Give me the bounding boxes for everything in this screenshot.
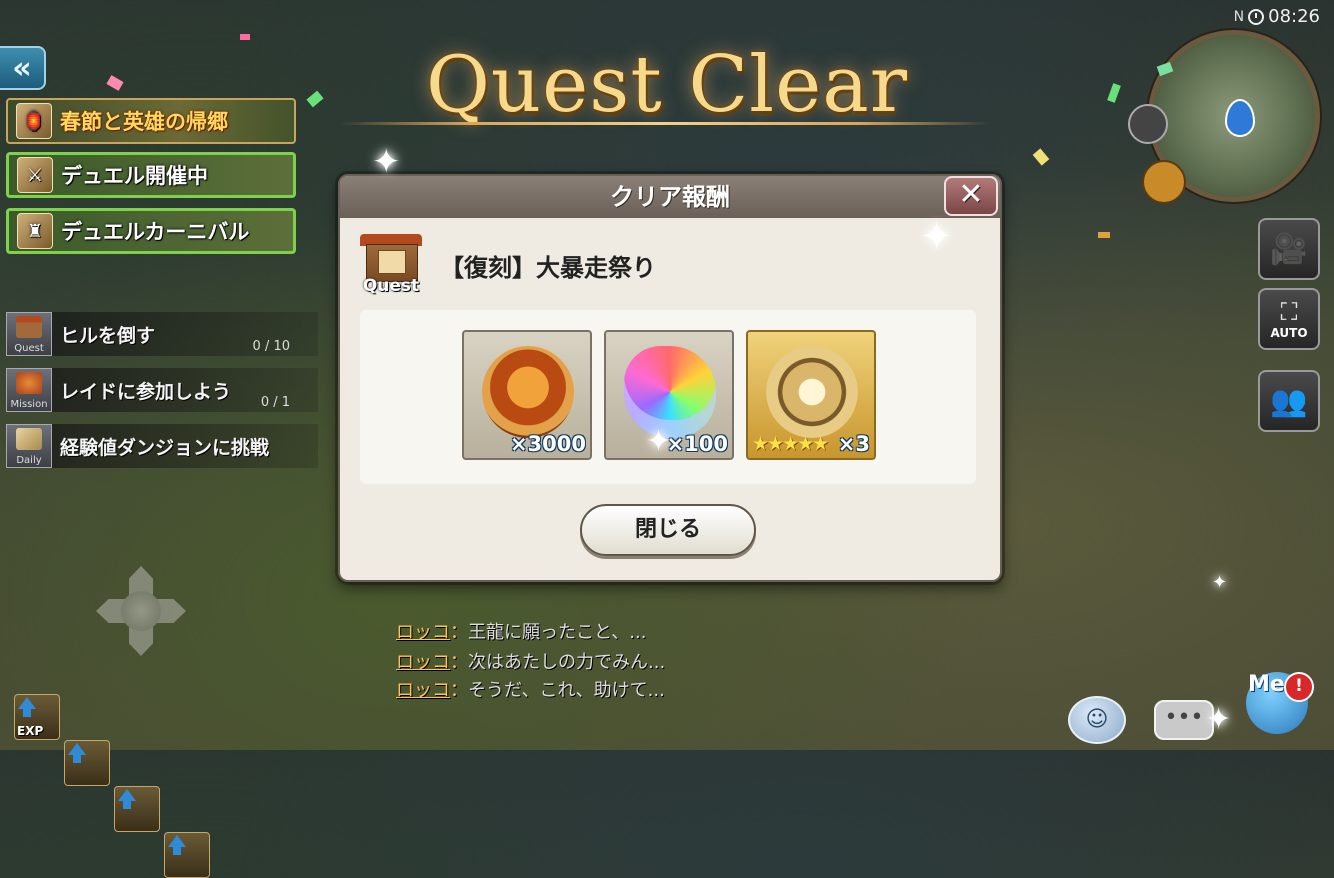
close-x-button[interactable]: ✕ <box>944 176 998 216</box>
clock-icon <box>1248 8 1265 25</box>
quest-icon: Quest <box>358 234 424 296</box>
quest-name: 【復刻】大暴走祭り <box>440 254 656 282</box>
signal-icon: N <box>1233 8 1245 25</box>
chat-speaker[interactable]: ロッコ <box>396 652 450 673</box>
sparkle-icon: ✦ <box>1212 572 1228 593</box>
power-boost-button[interactable] <box>164 832 210 878</box>
mission-text: 経験値ダンジョンに挑戦 <box>60 436 270 459</box>
reward-item[interactable]: ×3000 <box>462 330 592 460</box>
party-button[interactable]: 👥 <box>1258 370 1320 432</box>
rarity-stars: ★★★★★ <box>752 433 829 455</box>
mission-text: レイドに参加しよう <box>60 380 232 403</box>
me-label: Me <box>1248 672 1285 697</box>
sparkle-icon: ✦ <box>372 142 401 182</box>
chat-line: ロッコ：王龍に願ったこと、... <box>396 622 647 643</box>
me-menu-button[interactable]: Me ! <box>1240 658 1316 742</box>
up-arrow-icon <box>18 697 36 717</box>
auto-button[interactable]: ⛶ AUTO <box>1258 288 1320 350</box>
smiley-face-icon: ☺ <box>1085 707 1109 732</box>
chat-line: ロッコ：そうだ、これ、助けて... <box>396 680 665 701</box>
chat-bubble-icon: ••• <box>1164 705 1204 730</box>
dpad-joystick[interactable] <box>96 566 186 656</box>
dialog-title: クリア報酬 <box>340 176 1000 218</box>
mission-item-daily[interactable]: Daily 経験値ダンジョンに挑戦 <box>6 424 318 468</box>
title-divider <box>340 122 990 125</box>
map-zoom-button[interactable] <box>1142 160 1186 204</box>
sparkle-icon: ✦ <box>646 424 672 459</box>
mission-fox-icon: Mission <box>6 368 52 412</box>
carnival-icon: ♜ <box>17 213 53 249</box>
mission-text: ヒルを倒す <box>60 324 156 347</box>
mission-item-mission[interactable]: Mission レイドに参加しよう 0 / 1 <box>6 368 318 412</box>
emote-button[interactable]: ☺ <box>1068 696 1126 744</box>
chat-message: 王龍に願ったこと、... <box>468 622 647 643</box>
auto-person-icon: ⛶ <box>1280 298 1298 326</box>
chat-button[interactable]: ••• <box>1154 700 1214 740</box>
reward-quantity: ×3 <box>837 432 870 456</box>
daily-scroll-icon: Daily <box>6 424 52 468</box>
golden-orb-pendant-icon <box>766 346 858 438</box>
confetti <box>1098 232 1110 238</box>
up-arrow-icon <box>118 789 136 809</box>
gold-boost-button[interactable] <box>64 740 110 786</box>
chat-speaker[interactable]: ロッコ <box>396 622 450 643</box>
chat-message: 次はあたしの力でみん... <box>468 652 666 673</box>
auto-label: AUTO <box>1270 326 1308 340</box>
status-bar: N 08:26 <box>1234 6 1320 27</box>
group-icon: 👥 <box>1270 383 1308 419</box>
confetti <box>1032 148 1050 166</box>
duel-carnival-banner[interactable]: ♜ デュエルカーニバル <box>6 208 296 254</box>
drop-boost-button[interactable] <box>114 786 160 832</box>
duel-carnival-banner-label: デュエルカーニバル <box>61 220 250 244</box>
quest-house-icon: Quest <box>6 312 52 356</box>
alert-badge: ! <box>1284 672 1314 702</box>
up-arrow-icon <box>168 835 186 855</box>
chat-speaker[interactable]: ロッコ <box>396 680 450 701</box>
mission-progress: 0 / 10 <box>252 339 290 354</box>
gold-knot-medal-icon <box>482 346 574 438</box>
duel-banner-label: デュエル開催中 <box>61 164 208 188</box>
camera-button[interactable]: 🎥 <box>1258 218 1320 280</box>
status-time: 08:26 <box>1268 6 1320 27</box>
reward-quantity: ×3000 <box>509 432 586 456</box>
clear-reward-dialog: クリア報酬 ✕ Quest 【復刻】大暴走祭り ×3000 ×100 ★★★★★… <box>338 174 1002 582</box>
duel-banner[interactable]: ⚔ デュエル開催中 <box>6 152 296 198</box>
reward-item[interactable]: ★★★★★ ×3 <box>746 330 876 460</box>
close-button[interactable]: 閉じる <box>580 504 756 556</box>
map-toggle-button[interactable] <box>1128 104 1168 144</box>
chat-message: そうだ、これ、助けて... <box>468 680 665 701</box>
duel-icon: ⚔ <box>17 157 53 193</box>
exp-boost-button[interactable]: EXP <box>14 694 60 740</box>
sparkle-icon: ✦ <box>920 214 954 260</box>
mission-item-quest[interactable]: Quest ヒルを倒す 0 / 10 <box>6 312 318 356</box>
confetti <box>240 34 250 40</box>
mission-progress: 0 / 1 <box>260 395 290 410</box>
up-arrow-icon <box>68 743 86 763</box>
video-camera-icon: 🎥 <box>1270 231 1308 267</box>
player-marker-icon <box>1225 99 1255 137</box>
sparkle-icon: ✦ <box>1206 702 1232 737</box>
quest-icon-caption: Quest <box>362 276 420 296</box>
chat-line: ロッコ：次はあたしの力でみん... <box>396 652 666 673</box>
reward-quantity: ×100 <box>666 432 728 456</box>
